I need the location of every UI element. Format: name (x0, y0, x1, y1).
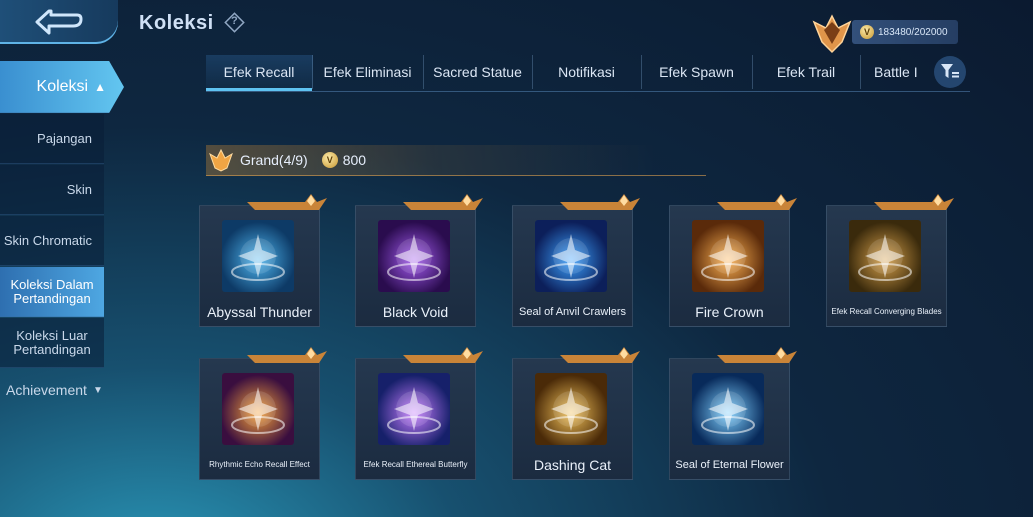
effect-card-name: Fire Crown (695, 304, 764, 320)
grand-ribbon-icon (403, 347, 483, 363)
ethereal-butterfly-icon (378, 373, 450, 445)
grand-tier-label: Grand(4/9) (240, 152, 308, 168)
effect-card-name: Seal of Anvil Crawlers (519, 306, 626, 318)
grand-tier-header: Grand(4/9) V 800 (206, 145, 706, 176)
rhythm-star-icon (222, 373, 294, 445)
effect-card[interactable]: Efek Recall Ethereal Butterfly (355, 347, 483, 480)
tab-label: Efek Trail (776, 64, 836, 80)
effect-card[interactable]: Dashing Cat (512, 347, 640, 480)
tab-bar: Efek Recall Efek Eliminasi Sacred Statue… (206, 55, 970, 92)
grand-ribbon-icon (247, 194, 327, 210)
help-icon[interactable]: ? (224, 12, 245, 33)
active-tab-indicator (206, 88, 312, 91)
sidebar-item-achievement[interactable]: Achievement ▼ (6, 382, 103, 398)
grand-ribbon-icon (403, 194, 483, 210)
tab-efek-recall[interactable]: Efek Recall (206, 55, 313, 91)
coin-icon: V (860, 25, 874, 39)
tab-efek-eliminasi[interactable]: Efek Eliminasi (312, 55, 424, 89)
sidebar-item-koleksi[interactable]: Koleksi ▲ (0, 61, 124, 113)
effect-card-name: Seal of Eternal Flower (675, 459, 784, 471)
currency-display: V 183480/202000 (852, 20, 958, 44)
sidebar-item-label: Koleksi Dalam Pertandingan (10, 276, 94, 306)
effect-card[interactable]: Seal of Eternal Flower (669, 347, 797, 480)
tab-label: Efek Eliminasi (323, 64, 412, 80)
fire-crown-icon (692, 220, 764, 292)
tab-label: Efek Recall (223, 64, 295, 80)
effect-card-name: Rhythmic Echo Recall Effect (209, 460, 310, 469)
grand-ribbon-icon (560, 347, 640, 363)
sidebar: Koleksi ▲ Pajangan Skin Skin Chromatic K… (0, 55, 124, 385)
back-button[interactable] (0, 0, 118, 44)
effect-card[interactable]: Fire Crown (669, 194, 797, 327)
tab-efek-trail[interactable]: Efek Trail (752, 55, 861, 89)
grand-ribbon-icon (560, 194, 640, 210)
currency-value: 183480/202000 (878, 26, 948, 38)
tab-label: Sacred Statue (433, 64, 522, 80)
golden-blades-icon (849, 220, 921, 292)
tab-sacred-statue[interactable]: Sacred Statue (423, 55, 533, 89)
grand-ribbon-icon (717, 194, 797, 210)
effect-card[interactable]: Abyssal Thunder (199, 194, 327, 327)
rank-emblem-icon (810, 12, 852, 54)
effect-card-name: Abyssal Thunder (207, 304, 312, 320)
grand-tier-icon (209, 148, 233, 172)
chevron-down-icon: ▼ (92, 384, 103, 396)
sidebar-item-koleksi-dalam-pertandingan[interactable]: Koleksi Dalam Pertandingan (0, 267, 104, 317)
lightning-creature-icon (222, 220, 294, 292)
tab-label: Efek Spawn (659, 64, 734, 80)
effect-card[interactable]: Efek Recall Converging Blades (826, 194, 954, 327)
tab-notifikasi[interactable]: Notifikasi (532, 55, 642, 89)
chevron-up-icon: ▲ (94, 79, 106, 94)
tab-label: Battle I (874, 64, 918, 80)
achievement-label: Achievement (6, 382, 87, 398)
tab-efek-spawn[interactable]: Efek Spawn (641, 55, 753, 89)
grand-ribbon-icon (717, 347, 797, 363)
filter-button[interactable] (934, 56, 966, 88)
blue-seal-icon (535, 220, 607, 292)
effect-card[interactable]: Rhythmic Echo Recall Effect (199, 347, 327, 480)
dark-orb-icon (378, 220, 450, 292)
sidebar-item-label: Koleksi Luar Pertandingan (13, 327, 91, 357)
coin-icon: V (321, 152, 338, 168)
page-title: Koleksi (139, 12, 214, 34)
effect-card[interactable]: Black Void (355, 194, 483, 327)
sidebar-item-skin[interactable]: Skin (0, 165, 104, 215)
snow-flower-icon (692, 373, 764, 445)
sidebar-koleksi-label: Koleksi (36, 77, 89, 95)
effect-card-name: Efek Recall Converging Blades (831, 307, 942, 316)
back-arrow-icon (35, 9, 83, 35)
grand-ribbon-icon (247, 347, 327, 363)
grand-ribbon-icon (874, 194, 954, 210)
dashing-cat-icon (535, 373, 607, 445)
sidebar-item-pajangan[interactable]: Pajangan (0, 114, 104, 164)
effect-card-name: Efek Recall Ethereal Butterfly (363, 460, 468, 469)
tab-battle[interactable]: Battle I (860, 55, 924, 89)
effect-card-name: Dashing Cat (533, 457, 612, 473)
filter-icon (941, 64, 959, 78)
help-symbol: ? (231, 15, 238, 27)
effect-card[interactable]: Seal of Anvil Crawlers (512, 194, 640, 327)
sidebar-item-skin-chromatic[interactable]: Skin Chromatic (0, 216, 104, 266)
grand-tier-points: 800 (342, 152, 367, 168)
sidebar-item-koleksi-luar-pertandingan[interactable]: Koleksi Luar Pertandingan (0, 318, 104, 368)
tab-label: Notifikasi (558, 64, 615, 80)
sidebar-item-label: Skin Chromatic (3, 233, 92, 248)
effect-card-name: Black Void (382, 304, 449, 320)
sidebar-item-label: Skin (66, 182, 92, 197)
sidebar-item-label: Pajangan (37, 131, 92, 146)
